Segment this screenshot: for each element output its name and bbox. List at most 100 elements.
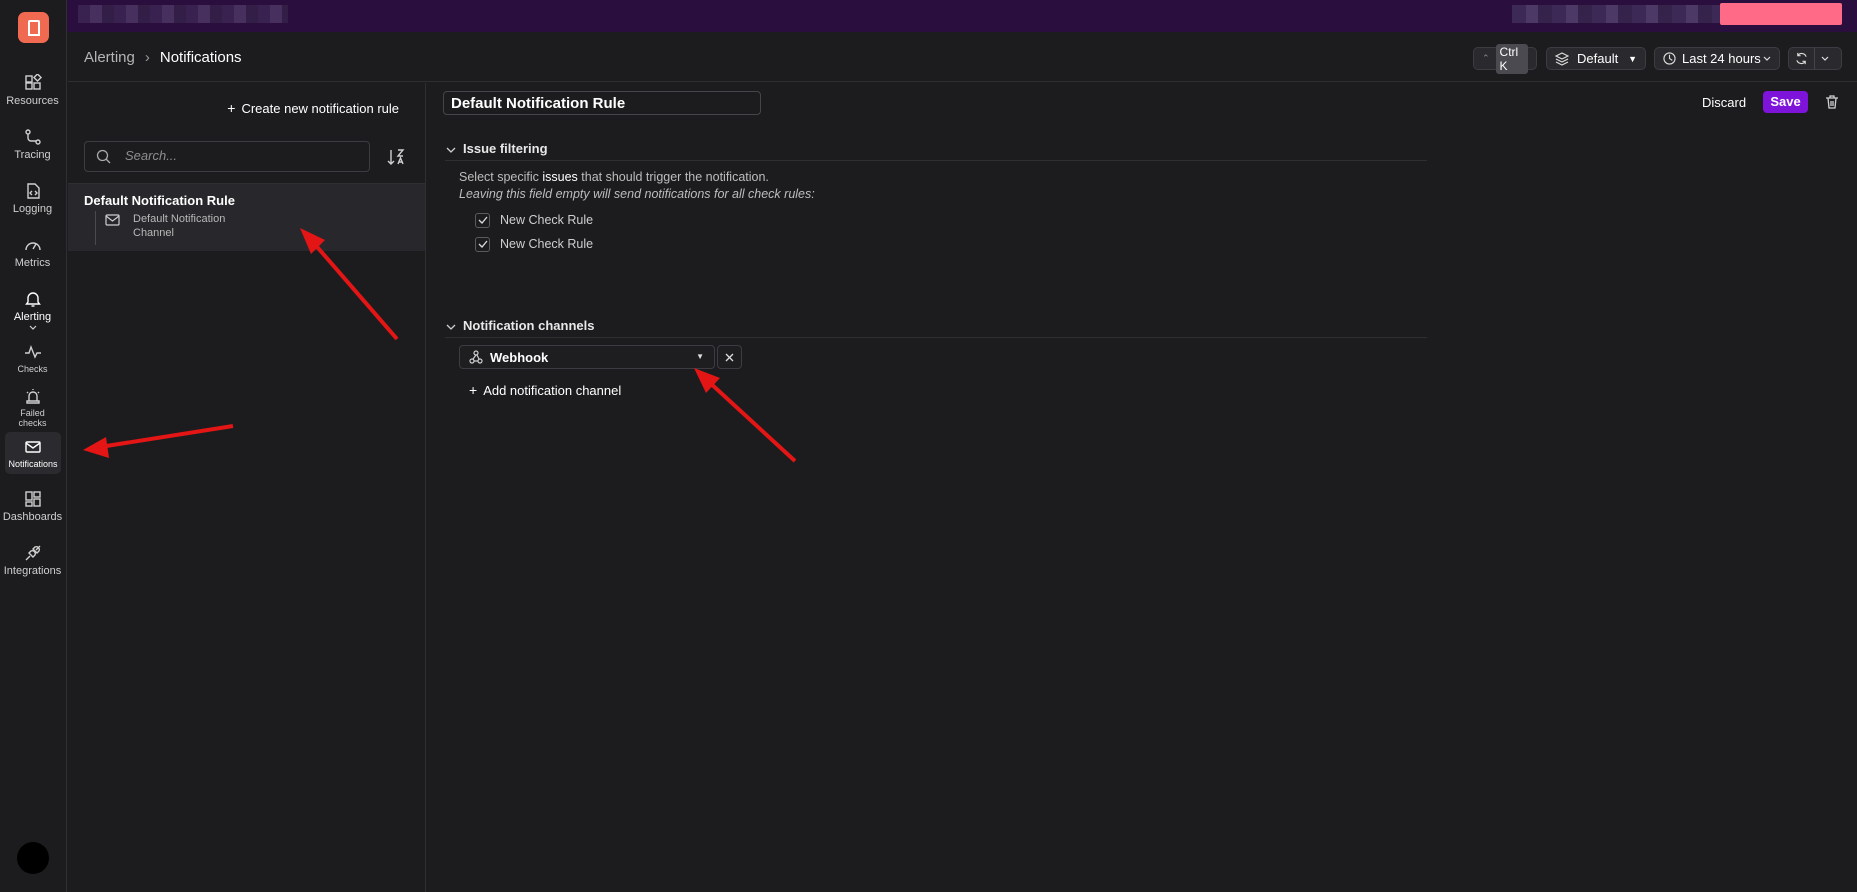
nav-label: Alerting [13,311,52,323]
nav-label: Integrations [3,565,62,577]
check-rule-label: New Check Rule [500,213,594,227]
search-input[interactable] [125,148,355,163]
nav-item-checks[interactable]: Checks [0,343,65,374]
nav-label: Tracing [14,149,51,161]
nav-label: Metrics [14,257,51,269]
plus-icon: + [469,382,478,398]
check-rule-option[interactable]: New Check Rule [475,212,593,228]
nav-item-notifications[interactable]: Notifications [5,432,61,474]
app-logo[interactable] [18,12,49,43]
rule-channel-label: Default Notification Channel [133,213,226,239]
nav-item-integrations[interactable]: Integrations [0,544,65,577]
channel-select-value: Webhook [490,350,549,365]
breadcrumb: Alerting › Notifications [84,49,242,66]
remove-channel-button[interactable] [717,345,742,369]
clock-icon [1663,52,1676,65]
plus-icon: + [227,100,236,116]
chevron-down-icon [446,147,456,153]
issue-filter-description: Select specific issues that should trigg… [459,170,769,184]
create-rule-label: Create new notification rule [241,101,399,116]
time-range-select[interactable]: Last 24 hours [1654,47,1780,70]
chevron-down-icon [1763,56,1771,61]
checkmark-icon [478,216,487,224]
checkmark-icon [478,240,487,248]
rules-list-pane: + Create new notification rule Default No… [68,83,426,892]
nav-label: Failed checks [18,408,47,428]
workspace-label: Default [1577,51,1619,66]
left-nav: Resources Tracing Logging Metrics Alerti… [0,0,67,892]
metrics-icon [24,242,41,251]
breadcrumb-parent[interactable]: Alerting [84,49,135,66]
time-range-label: Last 24 hours [1682,51,1761,66]
checks-icon [24,344,41,359]
desc-text: Select specific [459,170,543,184]
nav-item-resources[interactable]: Resources [0,74,65,107]
caret-down-icon: ▼ [1628,53,1637,64]
desc-highlight: issues [542,170,578,184]
siren-icon [25,389,40,404]
rule-title: Default Notification Rule [84,193,235,208]
caret-down-icon: ▼ [696,352,704,361]
resources-icon [24,74,42,90]
nav-label: Resources [6,95,59,107]
refresh-icon [1796,52,1807,65]
chevron-down-icon[interactable] [1821,56,1829,62]
desc-text: that should trigger the notification. [577,170,769,184]
checkbox[interactable] [475,212,490,228]
nav-label: Dashboards [2,511,63,523]
layers-icon [1555,51,1569,66]
nav-item-dashboards[interactable]: Dashboards [0,490,65,523]
nav-label: Logging [12,203,53,215]
dashboards-icon [24,491,41,507]
logging-icon [26,183,40,199]
nav-item-failed-checks[interactable]: Failed checks [0,387,65,428]
top-banner [0,0,1857,32]
avatar[interactable] [17,842,49,874]
discard-button[interactable]: Discard [1702,95,1746,110]
section-title: Issue filtering [463,141,548,156]
workspace-select[interactable]: Default ▼ [1546,47,1646,70]
rule-channel: Default Notification Channel [95,211,225,245]
nav-item-alerting[interactable]: Alerting [0,290,65,331]
shortcut-label: Ctrl K [1495,43,1528,74]
sort-az-icon[interactable] [386,147,406,167]
plug-icon [25,545,40,561]
page-title: Notifications [159,49,242,66]
nav-label: Notifications [8,459,58,469]
bell-icon [24,292,41,307]
search-field[interactable] [84,141,370,172]
search-icon [96,149,111,164]
checkbox[interactable] [475,236,490,252]
command-palette-button[interactable]: ⌃ Ctrl K [1473,43,1537,74]
rule-name-input[interactable] [443,91,761,115]
chevron-down-icon [29,325,36,330]
save-button[interactable]: Save [1763,91,1808,113]
list-item-rule[interactable]: Default Notification Rule Default Notifi… [68,183,425,251]
nav-label: Checks [17,364,48,374]
refresh-button[interactable] [1788,47,1842,70]
mail-icon [105,214,120,226]
trash-icon[interactable] [1824,94,1840,110]
section-notification-channels[interactable]: Notification channels [445,318,1427,338]
channel-select[interactable]: Webhook ▼ [459,345,715,369]
breadcrumb-separator-icon: › [144,49,150,66]
issue-filter-hint: Leaving this field empty will send notif… [459,187,815,201]
section-title: Notification channels [463,318,595,333]
redacted-banner-button[interactable] [1720,3,1842,25]
tracing-icon [24,129,41,145]
check-rule-label: New Check Rule [500,237,594,251]
create-rule-button[interactable]: + Create new notification rule [227,100,399,116]
close-icon [725,353,734,361]
webhook-icon [469,350,483,364]
nav-item-tracing[interactable]: Tracing [0,128,65,161]
nav-item-metrics[interactable]: Metrics [0,236,65,269]
add-channel-label: Add notification channel [483,383,622,398]
redacted-banner-right [1512,5,1720,23]
check-rule-option[interactable]: New Check Rule [475,236,593,252]
nav-item-logging[interactable]: Logging [0,182,65,215]
mail-icon [25,441,41,453]
page-header: Alerting › Notifications ⌃ Ctrl K Default ▼… [68,32,1857,82]
section-issue-filtering[interactable]: Issue filtering [445,141,1427,161]
redacted-banner-left [78,5,288,23]
add-channel-button[interactable]: + Add notification channel [469,382,621,398]
